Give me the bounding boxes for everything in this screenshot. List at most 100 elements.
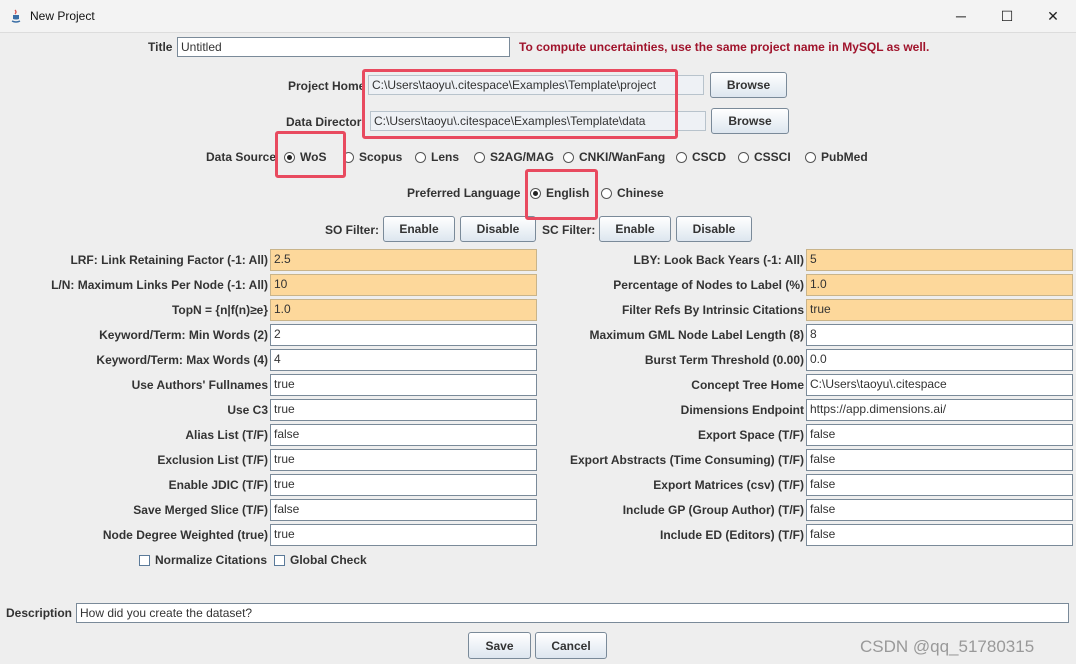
- data-source-label: Data Source: [206, 150, 277, 164]
- data-source-radio-pubmed[interactable]: PubMed: [805, 150, 868, 164]
- sc-filter-disable-button[interactable]: Disable: [676, 216, 752, 242]
- param-input[interactable]: 1.0: [270, 299, 537, 321]
- project-home-label: Project Home: [288, 79, 366, 93]
- radio-label: S2AG/MAG: [490, 150, 555, 164]
- title-bar: [0, 0, 1076, 33]
- param-label: L/N: Maximum Links Per Node (-1: All): [51, 278, 268, 292]
- param-label: Dimensions Endpoint: [680, 403, 804, 417]
- param-label: Percentage of Nodes to Label (%): [613, 278, 804, 292]
- data-source-radio-cssci[interactable]: CSSCI: [738, 150, 791, 164]
- radio-label: CSSCI: [754, 150, 791, 164]
- param-label: Keyword/Term: Min Words (2): [99, 328, 268, 342]
- param-label: Export Space (T/F): [697, 428, 804, 442]
- param-input[interactable]: false: [270, 424, 537, 446]
- param-input[interactable]: false: [806, 524, 1073, 546]
- param-label: Filter Refs By Intrinsic Citations: [621, 303, 804, 317]
- sc-filter-label: SC Filter:: [542, 223, 596, 237]
- description-input[interactable]: How did you create the dataset?: [76, 603, 1069, 623]
- param-input[interactable]: true: [270, 374, 537, 396]
- param-input[interactable]: 10: [270, 274, 537, 296]
- data-source-radio-cnki-wanfang[interactable]: CNKI/WanFang: [563, 150, 665, 164]
- param-label: TopN = {n|f(n)≥e}: [171, 303, 268, 317]
- param-label: Alias List (T/F): [185, 428, 268, 442]
- param-label: Include ED (Editors) (T/F): [660, 528, 804, 542]
- minimize-button[interactable]: ─: [938, 0, 984, 32]
- param-input[interactable]: 2: [270, 324, 537, 346]
- param-input[interactable]: false: [806, 424, 1073, 446]
- param-input[interactable]: true: [806, 299, 1073, 321]
- param-label: Maximum GML Node Label Length (8): [589, 328, 804, 342]
- cancel-button[interactable]: Cancel: [535, 632, 607, 659]
- param-input[interactable]: false: [270, 499, 537, 521]
- param-input[interactable]: C:\Users\taoyu\.citespace: [806, 374, 1073, 396]
- window-title: New Project: [30, 9, 95, 23]
- checkbox-box: [274, 554, 285, 566]
- radio-label: Lens: [431, 150, 460, 164]
- radio-label: CNKI/WanFang: [579, 150, 666, 164]
- param-input[interactable]: 4: [270, 349, 537, 371]
- param-input[interactable]: false: [806, 474, 1073, 496]
- param-label: Burst Term Threshold (0.00): [644, 353, 804, 367]
- java-app-icon: [8, 8, 24, 24]
- title-label: Title: [148, 40, 173, 54]
- param-label: Exclusion List (T/F): [157, 453, 268, 467]
- param-input[interactable]: true: [270, 399, 537, 421]
- param-label: Export Abstracts (Time Consuming) (T/F): [569, 453, 804, 467]
- normalize-citations-checkbox[interactable]: Normalize Citations: [139, 553, 267, 567]
- radio-label: Scopus: [359, 150, 403, 164]
- param-input[interactable]: false: [806, 499, 1073, 521]
- watermark: CSDN @qq_51780315: [860, 637, 1035, 656]
- param-label: Keyword/Term: Max Words (4): [96, 353, 268, 367]
- data-directory-browse-button[interactable]: Browse: [711, 108, 789, 134]
- save-button[interactable]: Save: [468, 632, 531, 659]
- radio-circle: [415, 151, 426, 163]
- param-label: Enable JDIC (T/F): [168, 478, 268, 492]
- radio-circle: [474, 151, 485, 163]
- global-check-checkbox[interactable]: Global Check: [274, 553, 367, 567]
- so-filter-label: SO Filter:: [325, 223, 380, 237]
- close-button[interactable]: ✕: [1030, 0, 1076, 32]
- radio-label: Chinese: [617, 186, 664, 200]
- checkbox-label: Global Check: [290, 553, 367, 567]
- sc-filter-enable-button[interactable]: Enable: [599, 216, 671, 242]
- radio-circle: [805, 151, 816, 163]
- param-input[interactable]: 1.0: [806, 274, 1073, 296]
- param-input[interactable]: true: [270, 474, 537, 496]
- radio-circle: [738, 151, 749, 163]
- radio-circle: [676, 151, 687, 163]
- description-label: Description: [6, 606, 73, 620]
- data-source-radio-scopus[interactable]: Scopus: [343, 150, 402, 164]
- param-input[interactable]: true: [270, 449, 537, 471]
- so-filter-enable-button[interactable]: Enable: [383, 216, 455, 242]
- param-label: Save Merged Slice (T/F): [133, 503, 268, 517]
- data-source-radio-s2ag-mag[interactable]: S2AG/MAG: [474, 150, 554, 164]
- data-directory-label: Data Director: [286, 115, 362, 129]
- checkbox-box: [139, 554, 150, 566]
- annotation-box-wos: [275, 131, 346, 178]
- param-input[interactable]: https://app.dimensions.ai/: [806, 399, 1073, 421]
- param-label: Use C3: [227, 403, 268, 417]
- project-home-browse-button[interactable]: Browse: [710, 72, 787, 98]
- param-input[interactable]: 5: [806, 249, 1073, 271]
- warning-text: To compute uncertainties, use the same p…: [519, 40, 930, 54]
- radio-label: CSCD: [692, 150, 727, 164]
- title-input[interactable]: Untitled: [177, 37, 510, 57]
- param-input[interactable]: false: [806, 449, 1073, 471]
- param-label: LRF: Link Retaining Factor (-1: All): [70, 253, 268, 267]
- param-input[interactable]: true: [270, 524, 537, 546]
- param-label: Concept Tree Home: [691, 378, 804, 392]
- radio-label: PubMed: [821, 150, 868, 164]
- data-source-radio-lens[interactable]: Lens: [415, 150, 459, 164]
- param-input[interactable]: 8: [806, 324, 1073, 346]
- param-input[interactable]: 2.5: [270, 249, 537, 271]
- maximize-button[interactable]: ☐: [984, 0, 1030, 32]
- param-input[interactable]: 0.0: [806, 349, 1073, 371]
- radio-circle: [563, 151, 574, 163]
- data-source-radio-cscd[interactable]: CSCD: [676, 150, 726, 164]
- preferred-language-label: Preferred Language: [407, 186, 521, 200]
- language-radio-chinese[interactable]: Chinese: [601, 186, 664, 200]
- param-label: Use Authors' Fullnames: [131, 378, 268, 392]
- param-label: Include GP (Group Author) (T/F): [622, 503, 804, 517]
- param-label: Node Degree Weighted (true): [102, 528, 268, 542]
- so-filter-disable-button[interactable]: Disable: [460, 216, 536, 242]
